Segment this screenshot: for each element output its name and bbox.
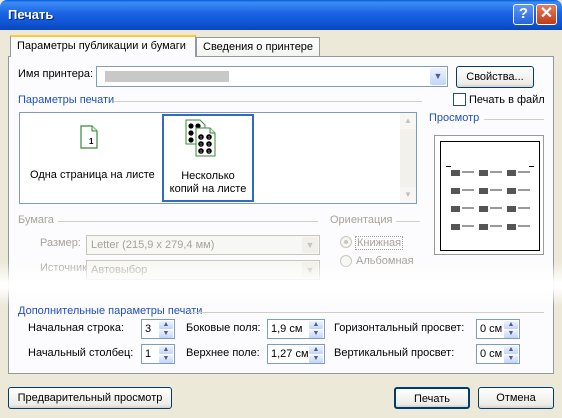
print-button[interactable]: Печать — [394, 387, 470, 409]
close-icon: ✕ — [539, 5, 554, 22]
divider — [190, 312, 544, 313]
print-to-file-checkbox[interactable] — [453, 93, 466, 106]
paper-source-label: Источник: — [40, 262, 91, 274]
layout-list-scrollbar[interactable]: ▲ ▼ — [400, 113, 416, 203]
start-row-label: Начальная строка: — [28, 322, 125, 334]
preview-heading: Просмотр — [429, 112, 480, 124]
properties-button[interactable]: Свойства... — [456, 66, 534, 88]
spin-arrows-icon[interactable]: ▲ ▼ — [159, 346, 173, 363]
print-dialog: Печать ? ✕ Параметры публикации и бумаги… — [0, 0, 562, 418]
paper-size-select[interactable]: Letter (215,9 x 279,4 мм) ▼ — [86, 235, 320, 255]
orientation-heading: Ориентация — [330, 214, 393, 226]
paper-size-label: Размер: — [40, 237, 81, 249]
portrait-label: Книжная — [355, 236, 404, 250]
start-column-label: Начальный столбец: — [28, 347, 134, 359]
vertical-gap-value: 0 см — [480, 348, 503, 360]
chevron-down-icon: ▼ — [302, 237, 318, 253]
side-margins-label: Боковые поля: — [186, 322, 261, 334]
start-row-stepper[interactable]: 3 ▲ ▼ — [141, 319, 175, 339]
layout-label: Одна страница на листе — [30, 169, 155, 181]
extra-options-heading: Дополнительные параметры печати — [18, 305, 203, 317]
svg-text:1: 1 — [200, 150, 202, 154]
preview-page — [440, 141, 540, 251]
tab-printer-details[interactable]: Сведения о принтере — [196, 37, 320, 57]
scroll-up-icon[interactable]: ▲ — [400, 113, 416, 129]
help-icon: ? — [518, 5, 529, 22]
paper-heading: Бумага — [18, 214, 54, 226]
side-margins-value: 1,9 см — [271, 323, 303, 335]
divider — [58, 221, 318, 222]
print-preview-button[interactable]: Предварительный просмотр — [8, 387, 172, 409]
multiple-copies-icon: 1 1 1 1 1 1 — [185, 119, 216, 157]
start-row-value: 3 — [145, 323, 152, 335]
layout-option-one-per-sheet[interactable]: 1 Одна страница на листе — [20, 113, 160, 203]
svg-text:1: 1 — [200, 143, 202, 147]
tab-label: Параметры публикации и бумаги — [17, 40, 186, 52]
divider — [484, 119, 544, 120]
chevron-down-icon: ▼ — [430, 68, 446, 85]
spin-arrows-icon[interactable]: ▲ ▼ — [309, 346, 323, 363]
svg-text:1: 1 — [208, 150, 210, 154]
layout-label: Несколько копий на листе — [169, 170, 247, 195]
landscape-radio[interactable] — [340, 255, 352, 267]
chevron-down-icon: ▼ — [302, 262, 318, 278]
help-button[interactable]: ? — [513, 4, 534, 25]
crop-mark — [446, 166, 451, 167]
horizontal-gap-stepper[interactable]: 0 см ▲ ▼ — [476, 319, 520, 339]
horizontal-gap-value: 0 см — [480, 323, 503, 335]
start-column-value: 1 — [145, 348, 152, 360]
divider — [396, 221, 420, 222]
printer-select[interactable]: ▼ — [96, 66, 448, 87]
svg-text:1: 1 — [200, 136, 202, 140]
preview-labels-graphic — [451, 170, 530, 230]
top-margin-value: 1,27 см — [271, 348, 309, 360]
cancel-button[interactable]: Отмена — [478, 387, 554, 409]
tab-publication-and-paper[interactable]: Параметры публикации и бумаги — [10, 35, 196, 57]
landscape-label: Альбомная — [356, 255, 414, 267]
portrait-radio[interactable] — [340, 236, 352, 248]
paper-size-value: Letter (215,9 x 279,4 мм) — [91, 239, 215, 251]
divider — [114, 101, 422, 102]
side-margins-stepper[interactable]: 1,9 см ▲ ▼ — [267, 319, 325, 339]
spin-arrows-icon[interactable]: ▲ ▼ — [504, 346, 518, 363]
window-title: Печать — [8, 7, 54, 22]
layout-option-multiple-copies[interactable]: 1 1 1 1 1 1 Несколько копий на листе — [162, 114, 254, 202]
vertical-gap-stepper[interactable]: 0 см ▲ ▼ — [476, 344, 520, 364]
print-to-file-label: Печать в файл — [469, 94, 545, 106]
layout-list[interactable]: 1 Одна страница на листе 1 1 1 1 1 1 Нес… — [19, 112, 417, 204]
svg-text:1: 1 — [208, 136, 210, 140]
vertical-gap-label: Вертикальный просвет: — [334, 347, 455, 359]
print-options-heading: Параметры печати — [18, 94, 115, 106]
close-button[interactable]: ✕ — [536, 4, 557, 25]
tab-label: Сведения о принтере — [203, 41, 314, 53]
crop-mark — [529, 166, 534, 167]
paper-source-value: Автовыбор — [91, 264, 148, 276]
title-bar[interactable]: Печать ? ✕ — [0, 0, 562, 30]
preview-pane — [434, 135, 544, 255]
svg-text:1: 1 — [208, 143, 210, 147]
paper-source-select[interactable]: Автовыбор ▼ — [86, 260, 320, 280]
printer-name-label: Имя принтера: — [18, 68, 94, 80]
spin-arrows-icon[interactable]: ▲ ▼ — [309, 321, 323, 338]
spin-arrows-icon[interactable]: ▲ ▼ — [159, 321, 173, 338]
top-margin-label: Верхнее поле: — [186, 347, 260, 359]
horizontal-gap-label: Горизонтальный просвет: — [334, 322, 465, 334]
top-margin-stepper[interactable]: 1,27 см ▲ ▼ — [267, 344, 325, 364]
page-number: 1 — [89, 137, 94, 146]
printer-name-redacted — [105, 71, 229, 82]
spin-arrows-icon[interactable]: ▲ ▼ — [504, 321, 518, 338]
scroll-down-icon[interactable]: ▼ — [400, 187, 416, 203]
start-column-stepper[interactable]: 1 ▲ ▼ — [141, 344, 175, 364]
